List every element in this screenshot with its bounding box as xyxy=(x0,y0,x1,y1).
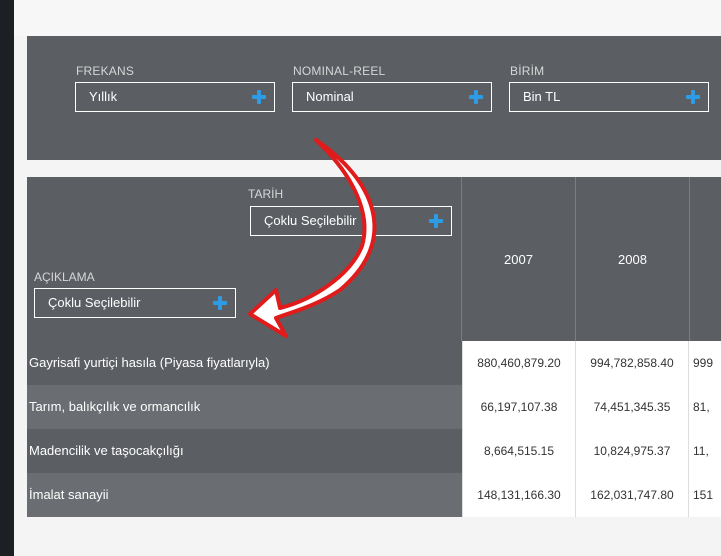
row-label: Madencilik ve taşocakçılığı xyxy=(29,443,184,458)
top-spacer xyxy=(14,0,721,36)
filter-label: NOMINAL-REEL xyxy=(293,64,386,78)
data-table: TARİH Çoklu Seçilebilir AÇIKLAMA Çoklu S… xyxy=(27,177,721,556)
cell-value: 148,131,166.30 xyxy=(462,473,575,517)
cell-value: 994,782,858.40 xyxy=(575,341,688,385)
table-header: TARİH Çoklu Seçilebilir AÇIKLAMA Çoklu S… xyxy=(27,177,721,341)
description-select[interactable]: Çoklu Seçilebilir xyxy=(34,288,236,318)
cell-value: 10,824,975.37 xyxy=(575,429,688,473)
table-row[interactable]: İmalat sanayii 148,131,166.30 162,031,74… xyxy=(27,473,721,517)
cell-value: 999 xyxy=(688,341,721,385)
table-row[interactable]: Gayrisafi yurtiçi hasıla (Piyasa fiyatla… xyxy=(27,341,721,385)
nominal-reel-value: Nominal xyxy=(306,89,354,104)
cell-value: 162,031,747.80 xyxy=(575,473,688,517)
header-divider xyxy=(689,177,690,341)
filter-label: BİRİM xyxy=(510,64,545,78)
table-row[interactable]: Madencilik ve taşocakçılığı 8,664,515.15… xyxy=(27,429,721,473)
row-label: Gayrisafi yurtiçi hasıla (Piyasa fiyatla… xyxy=(29,355,270,370)
filter-birim: BİRİM Bin TL xyxy=(509,64,709,112)
cell-value: 74,451,345.35 xyxy=(575,385,688,429)
cell-value: 151 xyxy=(688,473,721,517)
row-label: İmalat sanayii xyxy=(29,487,109,502)
desc-header-label: AÇIKLAMA xyxy=(34,270,95,284)
cell-value: 81, xyxy=(688,385,721,429)
birim-select[interactable]: Bin TL xyxy=(509,82,709,112)
table-row[interactable]: Tarım, balıkçılık ve ormancılık 66,197,1… xyxy=(27,385,721,429)
year-header-2008[interactable]: 2008 xyxy=(576,177,689,341)
filter-label: FREKANS xyxy=(76,64,135,78)
filter-nominal-reel: NOMINAL-REEL Nominal xyxy=(292,64,492,112)
date-select[interactable]: Çoklu Seçilebilir xyxy=(250,206,452,236)
row-label: Tarım, balıkçılık ve ormancılık xyxy=(29,399,201,414)
plus-icon[interactable] xyxy=(252,90,266,104)
plus-icon[interactable] xyxy=(213,296,227,310)
plus-icon[interactable] xyxy=(469,90,483,104)
date-header-label: TARİH xyxy=(248,187,284,201)
frekans-value: Yıllık xyxy=(89,89,118,104)
cell-value: 8,664,515.15 xyxy=(462,429,575,473)
plus-icon[interactable] xyxy=(686,90,700,104)
frekans-select[interactable]: Yıllık xyxy=(75,82,275,112)
cell-value: 11, xyxy=(688,429,721,473)
date-select-value: Çoklu Seçilebilir xyxy=(264,213,357,228)
filter-frekans: FREKANS Yıllık xyxy=(75,64,275,112)
plus-icon[interactable] xyxy=(429,214,443,228)
cell-value: 880,460,879.20 xyxy=(462,341,575,385)
description-select-value: Çoklu Seçilebilir xyxy=(48,295,141,310)
birim-value: Bin TL xyxy=(523,89,561,104)
cell-value: 66,197,107.38 xyxy=(462,385,575,429)
nominal-reel-select[interactable]: Nominal xyxy=(292,82,492,112)
filter-panel: FREKANS Yıllık NOMINAL-REEL Nominal BİRİ… xyxy=(27,36,721,160)
year-header-2007[interactable]: 2007 xyxy=(462,177,575,341)
left-sidebar-edge xyxy=(0,0,14,556)
